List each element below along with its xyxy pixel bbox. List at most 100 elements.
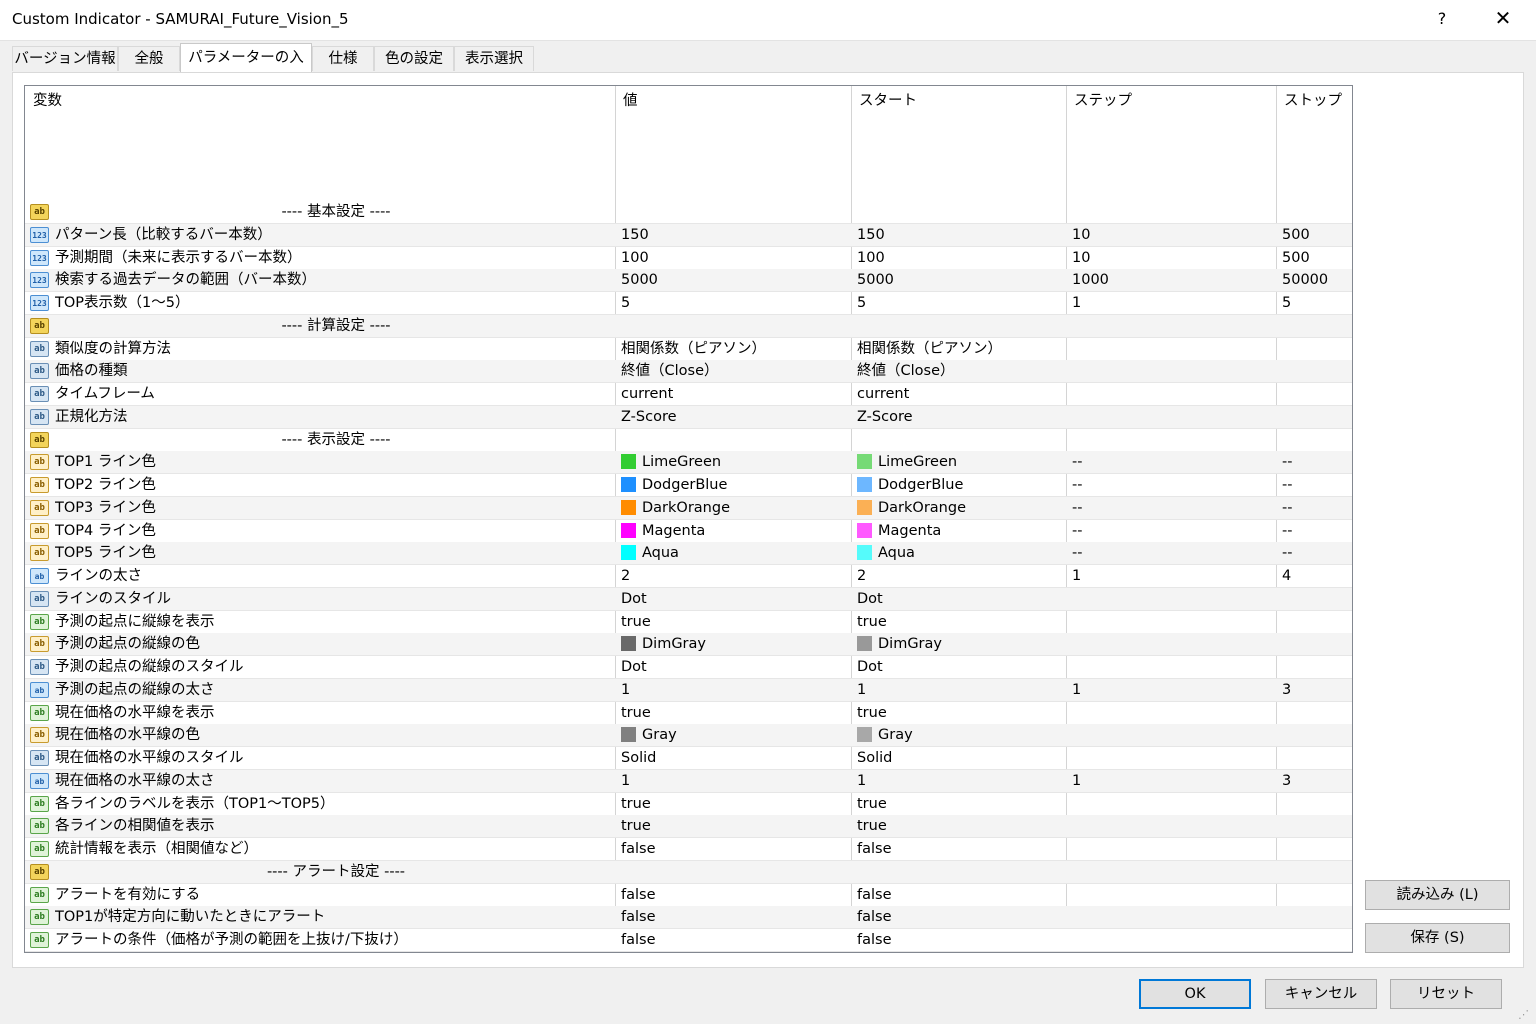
parameter-value[interactable]: 100 <box>621 247 847 269</box>
tab-version-info[interactable]: バージョン情報 <box>12 46 118 71</box>
parameter-start[interactable]: true <box>857 611 1065 633</box>
parameter-start[interactable]: 150 <box>857 224 1065 246</box>
help-button[interactable]: ? <box>1435 9 1449 28</box>
parameter-stop[interactable]: 500 <box>1282 224 1350 246</box>
parameter-start[interactable]: 5000 <box>857 269 1065 291</box>
parameter-value[interactable]: 1 <box>621 679 847 701</box>
parameter-value[interactable]: Magenta <box>621 520 847 542</box>
cancel-button[interactable]: キャンセル <box>1265 979 1377 1009</box>
parameter-row[interactable]: ab 統計情報を表示（相関値など） false false <box>25 838 1352 861</box>
parameter-row[interactable]: 123 パターン長（比較するバー本数） 150 150 10 500 <box>25 223 1352 247</box>
parameter-stop[interactable]: 5 <box>1282 292 1350 314</box>
parameter-step[interactable]: 10 <box>1072 247 1272 269</box>
parameter-start[interactable]: DimGray <box>857 633 1065 655</box>
reset-button[interactable]: リセット <box>1390 979 1502 1009</box>
parameters-grid[interactable]: 変数 値 スタート ステップ ストップ ab ---- 基本設定 ---- 123 パ… <box>24 85 1353 953</box>
parameter-value[interactable]: 5 <box>621 292 847 314</box>
parameter-stop[interactable]: 500 <box>1282 247 1350 269</box>
parameter-value[interactable]: Aqua <box>621 542 847 564</box>
parameter-stop[interactable]: 4 <box>1282 565 1350 587</box>
tab-visualization[interactable]: 表示選択 <box>454 46 534 71</box>
column-header-step[interactable]: ステップ <box>1066 86 1276 116</box>
parameter-start[interactable]: Dot <box>857 656 1065 678</box>
parameter-start[interactable]: false <box>857 952 1065 953</box>
parameter-row[interactable]: abプッシュ通知を有効にするfalsefalse <box>25 951 1352 953</box>
parameter-start[interactable]: false <box>857 929 1065 951</box>
parameter-value[interactable]: DodgerBlue <box>621 474 847 496</box>
parameter-value[interactable]: 相関係数（ピアソン） <box>621 338 847 360</box>
parameter-row[interactable]: ab 予測の起点の縦線の色 DimGray DimGray <box>25 633 1352 657</box>
parameter-step[interactable]: -- <box>1072 451 1272 473</box>
parameter-start[interactable]: 2 <box>857 565 1065 587</box>
parameter-start[interactable]: DarkOrange <box>857 497 1065 519</box>
parameter-row[interactable]: ab TOP1が特定方向に動いたときにアラート false false <box>25 906 1352 930</box>
parameter-start[interactable]: false <box>857 884 1065 906</box>
parameter-row[interactable]: ab TOP1 ライン色 LimeGreen LimeGreen -- -- <box>25 451 1352 475</box>
parameter-row[interactable]: ab ラインのスタイル Dot Dot <box>25 587 1352 611</box>
parameter-start[interactable]: Aqua <box>857 542 1065 564</box>
parameter-step[interactable]: -- <box>1072 542 1272 564</box>
parameter-row[interactable]: ab TOP3 ライン色 DarkOrange DarkOrange -- -- <box>25 496 1352 520</box>
parameter-step[interactable]: -- <box>1072 520 1272 542</box>
tab-general[interactable]: 全般 <box>118 46 180 71</box>
parameter-value[interactable]: current <box>621 383 847 405</box>
parameter-value[interactable]: 150 <box>621 224 847 246</box>
parameter-value[interactable]: 5000 <box>621 269 847 291</box>
parameter-step[interactable]: 1 <box>1072 565 1272 587</box>
column-header-variable[interactable]: 変数 <box>25 86 615 116</box>
parameter-stop[interactable]: -- <box>1282 520 1350 542</box>
parameter-row[interactable]: 123 検索する過去データの範囲（バー本数） 5000 5000 1000 50000 <box>25 269 1352 293</box>
parameter-start[interactable]: true <box>857 702 1065 724</box>
parameter-row[interactable]: 123 TOP表示数（1〜5） 5 5 1 5 <box>25 292 1352 315</box>
parameter-value[interactable]: true <box>621 611 847 633</box>
parameter-start[interactable]: 相関係数（ピアソン） <box>857 338 1065 360</box>
parameter-row[interactable]: ab アラートを有効にする false false <box>25 884 1352 907</box>
section-header-row[interactable]: ab ---- 基本設定 ---- <box>25 201 1352 224</box>
parameter-row[interactable]: ab 現在価格の水平線を表示 true true <box>25 702 1352 725</box>
parameter-start[interactable]: Dot <box>857 588 1065 610</box>
parameter-row[interactable]: ab 各ラインの相関値を表示 true true <box>25 815 1352 839</box>
parameter-value[interactable]: Dot <box>621 588 847 610</box>
parameter-stop[interactable]: -- <box>1282 542 1350 564</box>
parameter-stop[interactable]: -- <box>1282 474 1350 496</box>
parameter-start[interactable]: 5 <box>857 292 1065 314</box>
parameter-row[interactable]: ab 予測の起点の縦線のスタイル Dot Dot <box>25 656 1352 679</box>
parameter-stop[interactable]: 3 <box>1282 679 1350 701</box>
parameter-value[interactable]: Dot <box>621 656 847 678</box>
parameter-row[interactable]: ab 予測の起点の縦線の太さ 1 1 1 3 <box>25 678 1352 702</box>
parameter-start[interactable]: 終値（Close） <box>857 360 1065 382</box>
close-icon[interactable]: ✕ <box>1490 6 1516 30</box>
parameter-value[interactable]: 終値（Close） <box>621 360 847 382</box>
parameter-value[interactable]: 1 <box>621 770 847 792</box>
parameter-value[interactable]: LimeGreen <box>621 451 847 473</box>
parameter-row[interactable]: ab 予測の起点に縦線を表示 true true <box>25 611 1352 634</box>
parameter-row[interactable]: ab 現在価格の水平線の色 Gray Gray <box>25 724 1352 748</box>
load-button[interactable]: 読み込み (L) <box>1365 880 1510 910</box>
parameter-value[interactable]: DimGray <box>621 633 847 655</box>
parameter-row[interactable]: ab 現在価格の水平線の太さ 1 1 1 3 <box>25 769 1352 793</box>
parameter-row[interactable]: ab TOP4 ライン色 Magenta Magenta -- -- <box>25 520 1352 543</box>
section-header-row[interactable]: ab ---- 表示設定 ---- <box>25 429 1352 452</box>
parameter-row[interactable]: ab TOP2 ライン色 DodgerBlue DodgerBlue -- -- <box>25 474 1352 497</box>
column-header-stop[interactable]: ストップ <box>1276 86 1352 116</box>
parameter-value[interactable]: true <box>621 702 847 724</box>
parameter-value[interactable]: 2 <box>621 565 847 587</box>
parameter-start[interactable]: true <box>857 793 1065 815</box>
ok-button[interactable]: OK <box>1139 979 1251 1009</box>
parameter-start[interactable]: Z-Score <box>857 406 1065 428</box>
parameter-start[interactable]: Magenta <box>857 520 1065 542</box>
parameter-start[interactable]: 100 <box>857 247 1065 269</box>
parameter-step[interactable]: 1 <box>1072 292 1272 314</box>
parameter-start[interactable]: current <box>857 383 1065 405</box>
parameter-value[interactable]: true <box>621 793 847 815</box>
tab-color-settings[interactable]: 色の設定 <box>374 46 454 71</box>
parameter-start[interactable]: Gray <box>857 724 1065 746</box>
parameter-value[interactable]: Solid <box>621 747 847 769</box>
parameter-step[interactable]: 1 <box>1072 770 1272 792</box>
parameter-row[interactable]: ab ラインの太さ 2 2 1 4 <box>25 565 1352 588</box>
parameter-start[interactable]: false <box>857 906 1065 928</box>
parameter-value[interactable]: Gray <box>621 724 847 746</box>
parameter-start[interactable]: DodgerBlue <box>857 474 1065 496</box>
parameter-step[interactable]: -- <box>1072 497 1272 519</box>
parameter-stop[interactable]: -- <box>1282 451 1350 473</box>
